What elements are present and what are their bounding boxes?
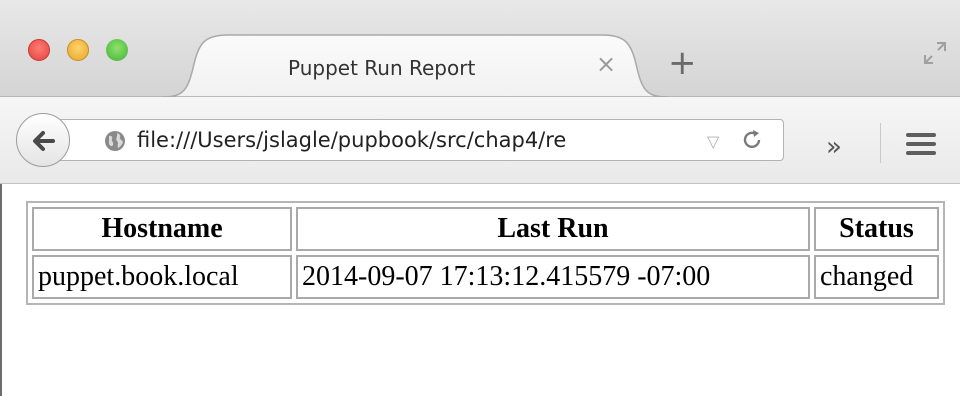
menu-bar-line — [906, 151, 936, 155]
menu-bar-line — [906, 133, 936, 137]
title-bar: Puppet Run Report × + — [0, 0, 960, 97]
tab-close-icon[interactable]: × — [596, 52, 616, 76]
table-row: puppet.book.local 2014-09-07 17:13:12.41… — [32, 255, 939, 299]
header-hostname: Hostname — [32, 207, 292, 251]
browser-window: Puppet Run Report × + file:///Users/jsla… — [0, 0, 960, 396]
zoom-window-button[interactable] — [106, 39, 128, 61]
url-text[interactable]: file:///Users/jslagle/pupbook/src/chap4/… — [137, 128, 697, 152]
toolbar-overflow-icon[interactable]: » — [826, 134, 842, 160]
minimize-window-button[interactable] — [67, 39, 89, 61]
header-status: Status — [814, 207, 939, 251]
cell-last-run: 2014-09-07 17:13:12.415579 -07:00 — [296, 255, 810, 299]
cell-status: changed — [814, 255, 939, 299]
back-arrow-icon — [33, 131, 55, 151]
cell-hostname: puppet.book.local — [32, 255, 292, 299]
run-report-table: Hostname Last Run Status puppet.book.loc… — [26, 201, 945, 305]
back-button[interactable] — [16, 113, 70, 167]
tab-title: Puppet Run Report — [288, 56, 476, 80]
new-tab-button[interactable]: + — [668, 46, 697, 80]
menu-bar-line — [906, 142, 936, 146]
hamburger-menu-icon[interactable] — [906, 133, 936, 155]
url-history-dropdown-icon[interactable]: ▽ — [707, 132, 719, 151]
table-header-row: Hostname Last Run Status — [32, 207, 939, 251]
fullscreen-icon[interactable] — [922, 40, 948, 66]
close-window-button[interactable] — [28, 39, 50, 61]
toolbar-divider — [880, 123, 881, 163]
globe-icon — [105, 131, 125, 151]
page-content: Hostname Last Run Status puppet.book.loc… — [0, 184, 960, 396]
navigation-toolbar: file:///Users/jslagle/pupbook/src/chap4/… — [0, 97, 960, 184]
header-last-run: Last Run — [296, 207, 810, 251]
reload-icon[interactable] — [740, 128, 764, 152]
url-bar[interactable]: file:///Users/jslagle/pupbook/src/chap4/… — [56, 119, 784, 161]
